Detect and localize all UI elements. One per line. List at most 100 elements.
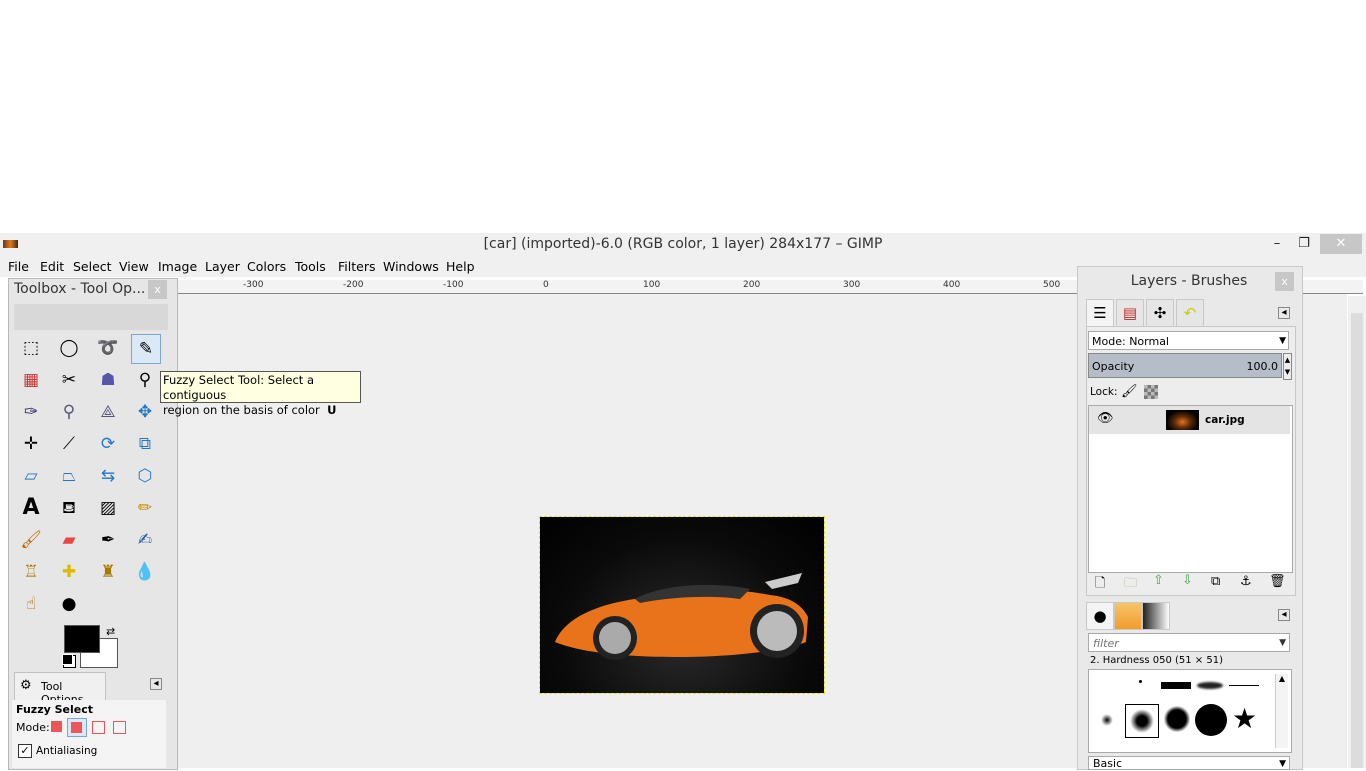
mode-subtract-icon[interactable] xyxy=(92,721,105,734)
shear-icon[interactable]: ▱ xyxy=(17,462,45,490)
menu-file[interactable]: File xyxy=(8,259,29,274)
paintbrush-icon[interactable]: 🖌 xyxy=(17,526,45,554)
brush-item[interactable] xyxy=(1161,682,1191,689)
default-colors-icon[interactable] xyxy=(62,654,73,665)
mode-replace-icon[interactable] xyxy=(51,721,62,732)
menu-tools[interactable]: Tools xyxy=(295,259,326,274)
dock-close-button[interactable]: x xyxy=(1275,272,1294,291)
new-layer-group-icon[interactable]: 🗀 xyxy=(1124,574,1137,596)
ellipse-select-icon[interactable]: ◯ xyxy=(55,334,83,362)
brush-item[interactable] xyxy=(1229,685,1259,686)
fuzzy-select-icon[interactable]: ✎ xyxy=(131,334,161,364)
layers-panel-menu-icon[interactable]: ◂ xyxy=(1278,307,1290,319)
delete-layer-icon[interactable]: 🗑 xyxy=(1269,574,1286,589)
swap-colors-icon[interactable]: ⇄ xyxy=(106,625,115,638)
bucket-fill-icon[interactable]: ⛾ xyxy=(55,494,83,522)
opacity-spinner[interactable]: ▲ ▼ xyxy=(1283,353,1292,380)
menu-layer[interactable]: Layer xyxy=(205,259,240,274)
new-layer-icon[interactable]: 🗋 xyxy=(1095,574,1105,596)
color-picker-icon[interactable]: ✑ xyxy=(17,398,45,426)
dodge-burn-icon[interactable]: ● xyxy=(55,590,83,618)
menu-select[interactable]: Select xyxy=(73,259,112,274)
scale-icon[interactable]: ⧉ xyxy=(131,430,159,458)
mode-intersect-icon[interactable] xyxy=(113,721,126,734)
minimize-button[interactable]: – xyxy=(1262,234,1292,254)
select-by-color-icon[interactable]: ▦ xyxy=(17,366,45,394)
pencil-icon[interactable]: ✏ xyxy=(131,494,159,522)
tab-paths[interactable]: ✣ xyxy=(1146,299,1174,327)
tab-channels[interactable]: ▤ xyxy=(1116,299,1144,327)
tab-tool-options[interactable]: ⚙ Tool Options xyxy=(14,672,106,706)
raise-layer-icon[interactable]: ⇧ xyxy=(1153,573,1164,588)
flip-icon[interactable]: ⇆ xyxy=(94,462,122,490)
crop-icon[interactable]: ⟋ xyxy=(55,430,83,458)
brush-item[interactable] xyxy=(1197,682,1223,689)
zoom-icon[interactable]: ⚲ xyxy=(55,398,83,426)
car-image[interactable] xyxy=(539,516,825,694)
antialiasing-checkbox[interactable]: ✓ xyxy=(18,744,32,758)
tab-layers[interactable]: ☰ xyxy=(1086,299,1114,327)
ruler-label: 400 xyxy=(943,280,961,290)
menu-filters[interactable]: Filters xyxy=(338,259,375,274)
menu-edit[interactable]: Edit xyxy=(40,259,64,274)
move-icon[interactable]: ✥ xyxy=(131,398,159,426)
scissors-icon[interactable]: ✂ xyxy=(55,366,83,394)
lower-layer-icon[interactable]: ⇩ xyxy=(1182,573,1193,588)
panel-menu-icon[interactable]: ◂ xyxy=(150,678,162,690)
brush-scrollbar[interactable]: ▲ xyxy=(1275,674,1288,748)
brushes-panel-menu-icon[interactable]: ◂ xyxy=(1278,609,1290,621)
paths-icon[interactable]: ⚲ xyxy=(131,366,159,394)
close-button[interactable]: ✕ xyxy=(1320,234,1362,254)
foreground-color-swatch[interactable] xyxy=(64,625,100,653)
maximize-button[interactable]: ❐ xyxy=(1289,234,1319,254)
airbrush-icon[interactable]: ✒ xyxy=(94,526,122,554)
brush-item[interactable] xyxy=(1101,714,1113,726)
heal-icon[interactable]: ✚ xyxy=(55,558,83,586)
brush-item[interactable] xyxy=(1139,680,1142,683)
lasso-icon[interactable]: ➰ xyxy=(94,334,122,362)
menu-help[interactable]: Help xyxy=(446,259,475,274)
rect-select-icon[interactable]: ⬚ xyxy=(17,334,45,362)
menu-image[interactable]: Image xyxy=(158,259,197,274)
star-brush-icon[interactable]: ★ xyxy=(1232,703,1257,735)
perspective-icon[interactable]: ⏢ xyxy=(55,462,83,490)
scrollbar-thumb[interactable] xyxy=(1351,313,1363,768)
eraser-icon[interactable]: ▰ xyxy=(55,526,83,554)
layer-mode-select[interactable]: Mode: Normal ▼ xyxy=(1088,331,1289,350)
blend-icon[interactable]: ▨ xyxy=(94,494,122,522)
rotate-icon[interactable]: ⟳ xyxy=(94,430,122,458)
layer-name[interactable]: car.jpg xyxy=(1205,414,1245,426)
mode-add-icon[interactable] xyxy=(67,718,87,737)
toolbox-close-button[interactable]: x xyxy=(148,280,167,299)
eye-icon[interactable]: 👁 xyxy=(1097,411,1114,426)
text-tool-icon[interactable]: A xyxy=(17,494,45,522)
anchor-layer-icon[interactable]: ⚓ xyxy=(1240,574,1252,589)
menu-view[interactable]: View xyxy=(119,259,149,274)
lock-alpha-icon[interactable] xyxy=(1144,385,1158,399)
menu-colors[interactable]: Colors xyxy=(247,259,286,274)
mode-label: Mode: xyxy=(16,721,50,734)
measure-icon[interactable]: ⟁ xyxy=(94,398,122,426)
tab-gradients[interactable] xyxy=(1142,602,1170,630)
blur-icon[interactable]: 💧 xyxy=(131,558,159,586)
brush-item-selected[interactable] xyxy=(1125,704,1159,738)
brush-item[interactable] xyxy=(1164,706,1190,732)
brush-item[interactable] xyxy=(1195,704,1227,736)
layer-thumbnail[interactable] xyxy=(1166,410,1199,430)
foreground-select-icon[interactable]: ☗ xyxy=(94,366,122,394)
duplicate-layer-icon[interactable]: ⧉ xyxy=(1211,574,1220,589)
brush-filter-input[interactable]: filter ▼ xyxy=(1088,633,1290,652)
cage-transform-icon[interactable]: ⬡ xyxy=(131,462,159,490)
tab-undo-history[interactable]: ↶ xyxy=(1176,299,1204,327)
smudge-icon[interactable]: ☝ xyxy=(17,590,45,618)
brush-grid[interactable]: ★ ▲ xyxy=(1088,669,1292,753)
lock-pixels-icon[interactable]: 🖌 xyxy=(1121,384,1138,399)
clone-icon[interactable]: ♖ xyxy=(17,558,45,586)
opacity-slider[interactable]: Opacity 100.0 xyxy=(1088,353,1282,378)
perspective-clone-icon[interactable]: ♜ xyxy=(94,558,122,586)
tab-patterns[interactable] xyxy=(1114,602,1142,630)
tab-brushes[interactable]: ● xyxy=(1086,602,1114,630)
ink-icon[interactable]: ✍ xyxy=(131,526,159,554)
align-icon[interactable]: ✛ xyxy=(17,430,45,458)
menu-windows[interactable]: Windows xyxy=(383,259,439,274)
